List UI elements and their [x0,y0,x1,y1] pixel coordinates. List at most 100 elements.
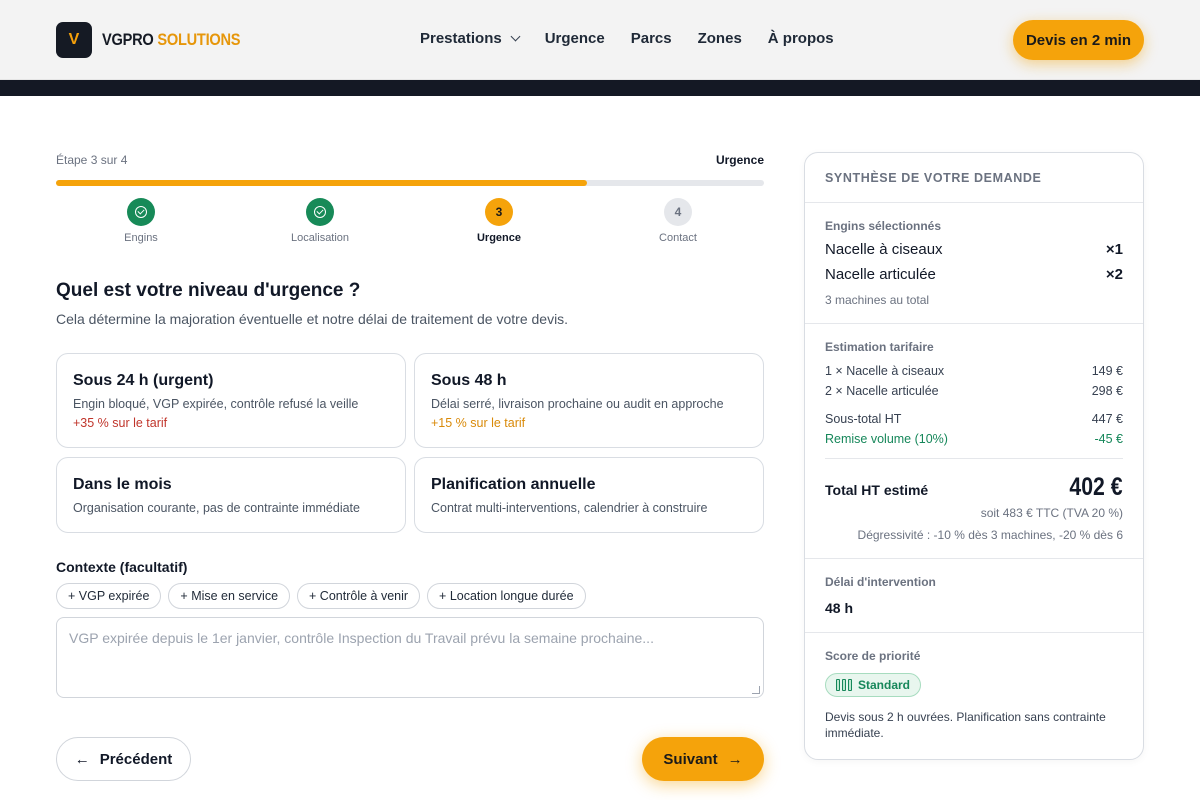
header-divider-band [0,80,1200,96]
total-row: Total HT estimé 402 € [825,473,1123,502]
brand-name-part1: VGPRO [102,30,154,49]
step-done-circle [127,198,155,226]
total-value: 402 € [1069,473,1123,501]
nav-item-zones[interactable]: Zones [698,30,742,47]
nav-item-label: Prestations [420,30,502,47]
step-counter: Étape 3 sur 4 [56,153,128,167]
step-label: Localisation [290,232,350,244]
context-chips: + VGP expirée + Mise en service + Contrô… [56,583,586,609]
arrow-right-icon: → [727,750,743,768]
next-button[interactable]: Suivant → [642,737,764,781]
site-header: V VGPRO SOLUTIONS Prestations Urgence Pa… [0,0,1200,80]
nav-item-urgence[interactable]: Urgence [545,30,605,47]
context-label: Contexte (facultatif) [56,559,188,575]
engine-row: Nacelle articulée ×2 [825,266,1123,283]
engines-title: Engins sélectionnés [825,219,942,233]
brand-logo[interactable]: V VGPRO SOLUTIONS [56,22,263,58]
previous-button[interactable]: ← Précédent [56,737,191,781]
step-urgence: 3 Urgence [439,198,559,244]
summary-engines-section: Engins sélectionnés Nacelle à ciseaux ×1… [805,203,1143,324]
divider [825,458,1123,459]
option-description: Contrat multi-interventions, calendrier … [431,501,708,515]
urgency-option-month[interactable]: Dans le mois Organisation courante, pas … [56,457,406,533]
resize-handle-icon[interactable] [752,686,760,694]
urgency-option-annual[interactable]: Planification annuelle Contrat multi-int… [414,457,764,533]
chip-controle-a-venir[interactable]: + Contrôle à venir [297,583,421,609]
discount-row: Remise volume (10%) -45 € [825,432,1123,446]
option-surcharge: +15 % sur le tarif [431,416,526,430]
priority-title: Score de priorité [825,649,921,663]
degressivity-note: Dégressivité : -10 % dès 3 machines, -20… [857,528,1123,542]
chip-vgp-expiree[interactable]: + VGP expirée [56,583,162,609]
step-number-circle: 3 [485,198,513,226]
summary-priority-section: Score de priorité Standard Devis sous 2 … [805,633,1143,757]
progress-bar [56,180,764,186]
next-button-label: Suivant [663,750,718,768]
priority-badge-label: Standard [858,678,911,692]
subtotal-label: Sous-total HT [825,412,902,426]
check-circle-icon [314,206,326,218]
delay-value: 48 h [825,600,854,616]
step-number-circle: 4 [664,198,692,226]
logo-mark: V [56,22,92,58]
step-label: Engins [124,232,158,244]
step-contact: 4 Contact [618,198,738,244]
check-circle-icon [135,206,147,218]
signal-bars-icon [836,679,852,691]
price-line-label: 1 × Nacelle à ciseaux [825,364,945,378]
chevron-down-icon [510,31,521,42]
option-surcharge: +35 % sur le tarif [73,416,168,430]
ttc-note: soit 483 € TTC (TVA 20 %) [980,506,1123,520]
step-label: Contact [659,232,697,244]
option-description: Engin bloqué, VGP expirée, contrôle refu… [73,397,359,411]
price-line-value: 149 € [1091,364,1123,378]
nav-item-parcs[interactable]: Parcs [631,30,672,47]
summary-card: SYNTHÈSE DE VOTRE DEMANDE Engins sélecti… [804,152,1144,760]
price-line-label: 2 × Nacelle articulée [825,384,939,398]
nav-item-a-propos[interactable]: À propos [768,30,834,47]
price-line-value: 298 € [1091,384,1123,398]
engine-name: Nacelle articulée [825,266,936,283]
textarea-placeholder: VGP expirée depuis le 1er janvier, contr… [69,630,654,646]
delay-title: Délai d'intervention [825,575,936,589]
option-title: Planification annuelle [431,476,596,493]
option-title: Sous 24 h (urgent) [73,372,214,389]
total-label: Total HT estimé [825,482,929,498]
urgency-option-24h[interactable]: Sous 24 h (urgent) Engin bloqué, VGP exp… [56,353,406,448]
engine-row: Nacelle à ciseaux ×1 [825,241,1123,258]
current-step-label: Urgence [715,153,764,167]
brand-name: VGPRO SOLUTIONS [102,30,241,50]
pricing-title: Estimation tarifaire [825,340,934,354]
discount-label: Remise volume (10%) [825,432,948,446]
option-title: Dans le mois [73,476,172,493]
step-label: Urgence [476,232,522,244]
price-line: 1 × Nacelle à ciseaux 149 € [825,364,1123,378]
summary-delay-section: Délai d'intervention 48 h [805,559,1143,633]
previous-button-label: Précédent [99,750,173,768]
priority-note: Devis sous 2 h ouvrées. Planification sa… [825,710,1106,740]
question-title: Quel est votre niveau d'urgence ? [56,280,361,301]
engine-qty: ×2 [1105,266,1123,283]
progress-bar-fill [56,180,587,186]
subtotal-value: 447 € [1091,412,1123,426]
engine-qty: ×1 [1105,241,1123,258]
priority-badge: Standard [825,673,922,697]
price-line: 2 × Nacelle articulée 298 € [825,384,1123,398]
step-localisation[interactable]: Localisation [260,198,380,244]
chip-mise-en-service[interactable]: + Mise en service [168,583,291,609]
context-textarea[interactable]: VGP expirée depuis le 1er janvier, contr… [56,617,764,698]
step-done-circle [306,198,334,226]
summary-title: SYNTHÈSE DE VOTRE DEMANDE [805,153,1143,203]
nav-item-prestations[interactable]: Prestations [420,30,521,47]
step-engins[interactable]: Engins [81,198,201,244]
machines-total: 3 machines au total [825,293,930,307]
stepper: Engins Localisation 3 Urgence 4 Contact [56,198,772,248]
summary-pricing-section: Estimation tarifaire 1 × Nacelle à cisea… [805,324,1143,559]
urgency-option-48h[interactable]: Sous 48 h Délai serré, livraison prochai… [414,353,764,448]
brand-name-part2: SOLUTIONS [157,30,241,49]
option-description: Délai serré, livraison prochaine ou audi… [431,397,724,411]
quote-cta-button[interactable]: Devis en 2 min [1013,20,1144,60]
chip-location-longue-duree[interactable]: + Location longue durée [427,583,586,609]
engine-name: Nacelle à ciseaux [825,241,943,258]
option-title: Sous 48 h [431,372,507,389]
